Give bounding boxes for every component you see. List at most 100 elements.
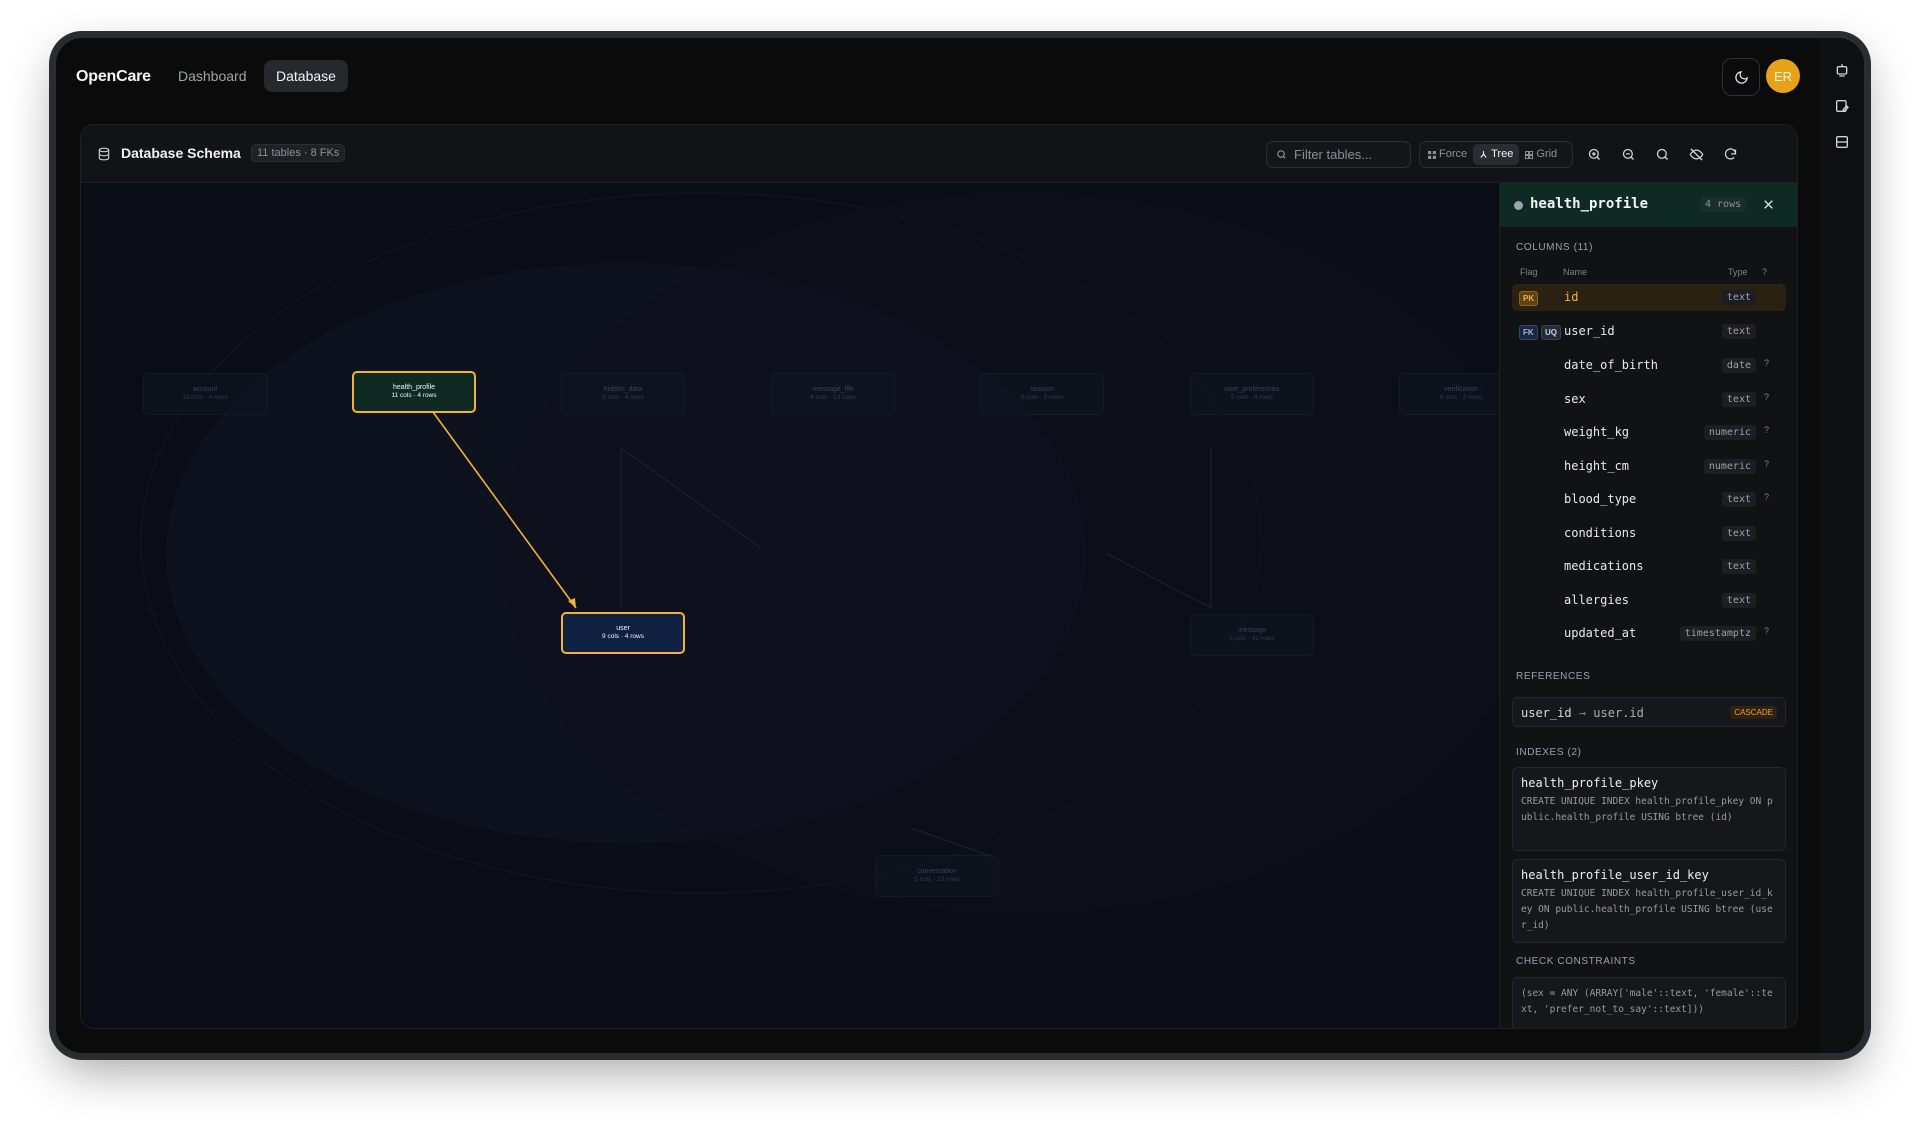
table-node-name: verification	[1444, 386, 1478, 393]
ref-to: user.id	[1593, 706, 1644, 720]
layout-force-button[interactable]: Force	[1422, 144, 1473, 165]
zoom-out-button[interactable]	[1619, 145, 1637, 163]
zoom-in-button[interactable]	[1585, 145, 1603, 163]
column-row[interactable]: updated_at timestamptz ?	[1512, 620, 1786, 647]
cascade-badge: CASCADE	[1730, 706, 1777, 719]
table-node-related[interactable]: user 9 cols · 4 rows	[561, 612, 685, 654]
close-icon[interactable]	[1762, 198, 1775, 211]
column-row[interactable]: sex text ?	[1512, 386, 1786, 413]
column-type: text	[1721, 324, 1756, 339]
table-node[interactable]: user_preferences 5 cols · 4 rows	[1190, 373, 1314, 415]
schema-graph-canvas[interactable]: account 13 cols · 4 rows health_profile …	[81, 183, 1499, 1028]
table-node-name: message_file	[812, 386, 854, 393]
column-row[interactable]: allergies text	[1512, 587, 1786, 614]
rail-panel-icon[interactable]	[1834, 134, 1850, 150]
column-row[interactable]: PK id text	[1512, 284, 1786, 311]
column-row[interactable]: conditions text	[1512, 520, 1786, 547]
index-definition: CREATE UNIQUE INDEX health_profile_pkey …	[1521, 796, 1773, 823]
table-node[interactable]: session 8 cols · 5 rows	[980, 373, 1104, 415]
index-card: health_profile_pkey CREATE UNIQUE INDEX …	[1512, 767, 1786, 851]
index-name: health_profile_user_id_key	[1521, 868, 1709, 882]
column-name: id	[1564, 290, 1579, 304]
schema-toolbar: Database Schema 11 tables · 8 FKs Filter…	[81, 125, 1797, 183]
column-row[interactable]: date_of_birth date ?	[1512, 352, 1786, 379]
rail-robot-icon[interactable]	[1834, 62, 1850, 78]
filter-tables-input[interactable]: Filter tables...	[1266, 141, 1411, 168]
index-definition: CREATE UNIQUE INDEX health_profile_user_…	[1521, 888, 1773, 931]
right-rail	[1820, 38, 1864, 1053]
eye-off-icon	[1689, 147, 1703, 161]
nullable-marker: ?	[1764, 626, 1770, 636]
column-row[interactable]: medications text	[1512, 553, 1786, 580]
column-row[interactable]: height_cm numeric ?	[1512, 453, 1786, 480]
table-node-name: account	[192, 386, 218, 393]
table-node-meta: 5 cols · 4 rows	[1231, 394, 1273, 401]
table-node-name: conversation	[917, 868, 957, 875]
table-detail-panel: health_profile 4 rows COLUMNS (11) Flag …	[1499, 183, 1797, 1028]
schema-title: Database Schema	[121, 145, 241, 161]
column-name: user_id	[1564, 324, 1615, 338]
column-type: text	[1721, 526, 1756, 541]
table-node[interactable]: verification 6 cols · 2 rows	[1399, 373, 1499, 415]
column-row[interactable]: blood_type text ?	[1512, 486, 1786, 513]
table-node[interactable]: hidden_data 3 cols · 4 rows	[561, 373, 685, 415]
table-node-meta: 6 cols · 2 rows	[1440, 394, 1482, 401]
column-name: allergies	[1564, 593, 1630, 607]
moon-icon	[1734, 70, 1748, 84]
schema-summary-badge: 11 tables · 8 FKs	[251, 144, 346, 162]
layout-tree-button[interactable]: Tree	[1473, 144, 1520, 165]
column-type: numeric	[1703, 425, 1756, 440]
table-node-selected[interactable]: health_profile 11 cols · 4 rows	[352, 371, 476, 413]
table-node-meta: 5 cols · 42 rows	[1229, 635, 1275, 642]
column-name: medications	[1564, 559, 1644, 573]
rail-edit-icon[interactable]	[1834, 98, 1850, 114]
zoom-out-icon	[1622, 148, 1634, 160]
table-node[interactable]: message 5 cols · 42 rows	[1190, 614, 1314, 656]
pk-badge: PK	[1519, 291, 1539, 306]
column-type: timestamptz	[1679, 626, 1756, 641]
layout-switcher: Force Tree Grid	[1419, 141, 1573, 168]
table-node-name: health_profile	[392, 384, 436, 391]
detail-header: health_profile 4 rows	[1500, 183, 1797, 227]
table-node-meta: 11 cols · 4 rows	[391, 392, 437, 399]
column-row[interactable]: FK UQ user_id text	[1512, 318, 1786, 345]
nav-database[interactable]: Database	[264, 60, 348, 92]
col-header-flag: Flag	[1520, 267, 1538, 277]
refresh-icon	[1724, 147, 1736, 160]
nav-dashboard[interactable]: Dashboard	[166, 60, 259, 92]
theme-toggle-button[interactable]	[1722, 58, 1760, 96]
column-name: updated_at	[1564, 626, 1637, 640]
user-avatar[interactable]: ER	[1766, 59, 1800, 93]
app-window: OpenCare Dashboard Database ER Database …	[56, 38, 1864, 1053]
fk-badge: FK	[1519, 325, 1538, 340]
brand-logo[interactable]: OpenCare	[76, 68, 151, 86]
graph-edges	[140, 192, 1499, 913]
refresh-button[interactable]	[1721, 145, 1739, 163]
table-node[interactable]: conversation 5 cols · 13 rows	[875, 855, 999, 897]
col-header-type: Type	[1728, 267, 1748, 277]
zoom-fit-button[interactable]	[1653, 145, 1671, 163]
toggle-visibility-button[interactable]	[1687, 145, 1705, 163]
table-node[interactable]: message_file 4 cols · 13 rows	[771, 373, 895, 415]
database-icon	[98, 147, 110, 161]
table-node-meta: 13 cols · 4 rows	[182, 394, 228, 401]
indexes-heading: INDEXES (2)	[1516, 747, 1582, 758]
nullable-marker: ?	[1764, 392, 1770, 402]
ref-from: user_id	[1521, 706, 1572, 720]
column-name: weight_kg	[1564, 425, 1630, 439]
nullable-marker: ?	[1764, 358, 1770, 368]
reference-row[interactable]: user_id → user.id CASCADE	[1512, 697, 1786, 727]
column-name: sex	[1564, 392, 1586, 406]
zoom-in-icon	[1588, 148, 1600, 160]
references-heading: REFERENCES	[1516, 671, 1591, 682]
column-row[interactable]: weight_kg numeric ?	[1512, 419, 1786, 446]
layout-grid-button[interactable]: Grid	[1519, 144, 1563, 165]
col-header-nullable: ?	[1762, 267, 1768, 277]
table-node[interactable]: account 13 cols · 4 rows	[143, 373, 267, 415]
table-node-meta: 8 cols · 5 rows	[1021, 394, 1063, 401]
index-card: health_profile_user_id_key CREATE UNIQUE…	[1512, 859, 1786, 943]
nullable-marker: ?	[1764, 425, 1770, 435]
layout-tree-label: Tree	[1491, 148, 1514, 160]
column-type: text	[1721, 290, 1756, 305]
check-constraints-heading: CHECK CONSTRAINTS	[1516, 956, 1636, 967]
